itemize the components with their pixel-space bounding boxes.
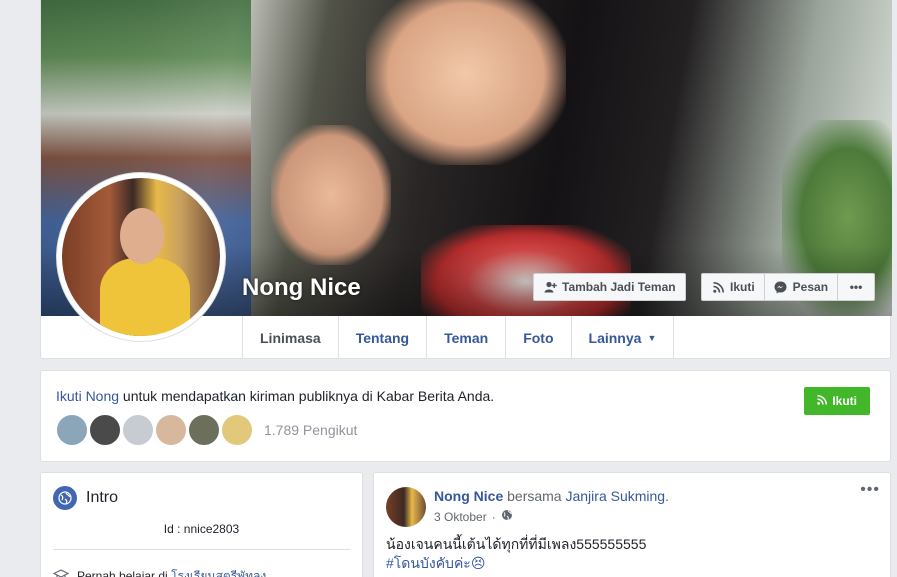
more-dots-icon: •••	[849, 280, 863, 294]
post-author-name[interactable]: Nong Nice	[434, 488, 503, 504]
follow-green-label: Ikuti	[832, 394, 857, 408]
add-friend-button[interactable]: Tambah Jadi Teman	[533, 273, 686, 301]
tab-friends[interactable]: Teman	[426, 316, 505, 359]
intro-card: Intro Id : nnice2803 Pernah belajar di โ…	[40, 472, 363, 577]
follower-avatar[interactable]	[89, 414, 121, 446]
tab-photos[interactable]: Foto	[505, 316, 570, 359]
follower-avatar[interactable]	[122, 414, 154, 446]
profile-tabs: Linimasa Tentang Teman Foto Lainnya ▼	[242, 316, 675, 359]
intro-title: Intro	[86, 489, 119, 506]
divider	[53, 549, 350, 550]
more-options-button[interactable]: •••	[837, 273, 876, 301]
follower-avatar[interactable]	[155, 414, 187, 446]
public-globe-icon[interactable]	[501, 509, 513, 524]
add-friend-action: Tambah Jadi Teman	[533, 273, 686, 301]
profile-action-group: Ikuti Pesan •••	[701, 273, 876, 301]
post-body: น้องเจนคนนี้เต้นได้ทุกที่ที่มีเพลง555555…	[386, 535, 646, 573]
follow-prompt-text: Ikuti Nong untuk mendapatkan kiriman pub…	[56, 388, 495, 404]
rss-icon	[711, 280, 725, 294]
follow-button[interactable]: Ikuti	[701, 273, 765, 301]
follow-prompt-card: Ikuti Nong untuk mendapatkan kiriman pub…	[40, 370, 891, 462]
follow-green-button[interactable]: Ikuti	[804, 387, 870, 415]
caret-down-icon: ▼	[647, 332, 657, 343]
follower-avatar[interactable]	[221, 414, 253, 446]
messenger-icon	[774, 280, 788, 294]
followers-row: 1.789 Pengikut	[56, 414, 357, 446]
add-friend-label: Tambah Jadi Teman	[562, 280, 676, 294]
follower-avatar[interactable]	[56, 414, 88, 446]
globe-icon	[53, 486, 77, 510]
tagged-person-link[interactable]: Janjira Sukming	[565, 488, 665, 504]
profile-header-card: Nong Nice Tambah Jadi Teman Ikuti Pesan …	[40, 0, 892, 359]
post-options-icon[interactable]: •••	[860, 481, 880, 499]
rss-icon	[817, 394, 828, 408]
profile-picture-frame	[56, 172, 226, 342]
message-button[interactable]: Pesan	[763, 273, 839, 301]
message-label: Pesan	[792, 280, 829, 294]
profile-picture[interactable]	[62, 178, 220, 336]
hashtag-link[interactable]: #โดนบังคับค่ะ😣	[386, 554, 646, 573]
follow-link[interactable]: Ikuti Nong	[56, 388, 119, 404]
graduation-cap-icon	[52, 569, 70, 577]
profile-name[interactable]: Nong Nice	[242, 274, 361, 302]
tab-more[interactable]: Lainnya ▼	[570, 316, 675, 359]
follower-avatar[interactable]	[188, 414, 220, 446]
intro-header: Intro	[53, 486, 118, 510]
post-date[interactable]: 3 Oktober	[434, 510, 487, 524]
post-header: Nong Nice bersama Janjira Sukming.	[434, 488, 669, 504]
post-author-avatar[interactable]	[386, 487, 426, 527]
follow-label: Ikuti	[730, 280, 755, 294]
tab-about[interactable]: Tentang	[337, 316, 426, 359]
intro-education: Pernah belajar di โรงเรียนสตรีพัทลุง	[52, 567, 266, 577]
post-card: Nong Nice bersama Janjira Sukming. 3 Okt…	[373, 472, 891, 577]
school-link[interactable]: โรงเรียนสตรีพัทลุง	[171, 569, 266, 577]
tab-timeline[interactable]: Linimasa	[242, 316, 338, 359]
post-meta: 3 Oktober ·	[434, 509, 513, 524]
add-friend-icon	[543, 280, 557, 294]
post-text-line: น้องเจนคนนี้เต้นได้ทุกที่ที่มีเพลง555555…	[386, 536, 647, 552]
followers-count[interactable]: 1.789 Pengikut	[264, 422, 357, 438]
intro-bio: Id : nnice2803	[163, 522, 240, 536]
